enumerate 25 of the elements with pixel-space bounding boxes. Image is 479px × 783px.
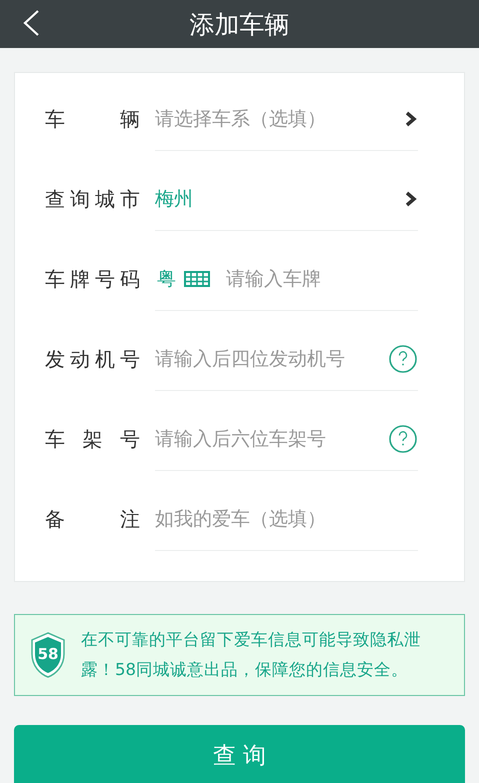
input-field[interactable]: 请输入后六位车架号	[155, 428, 392, 450]
field-label: 查询城市	[45, 186, 140, 212]
field-value: 梅州	[155, 186, 194, 212]
input-field[interactable]: 如我的爱车（选填）	[155, 508, 418, 530]
chevron-right-icon	[404, 190, 418, 208]
shield-icon	[29, 631, 67, 679]
field-label: 车 架 号	[45, 426, 140, 452]
select-field[interactable]: 请选择车系（选填）	[155, 87, 418, 151]
field-placeholder: 请选择车系（选填）	[155, 106, 327, 132]
field-label: 车 辆	[45, 106, 140, 132]
chevron-right-icon	[404, 110, 418, 128]
select-field[interactable]: 梅州	[155, 167, 418, 231]
shield-badge-text: 58	[36, 645, 60, 663]
query-button[interactable]: 查 询	[14, 725, 465, 783]
keyboard-icon[interactable]	[184, 270, 210, 286]
help-icon[interactable]	[388, 344, 418, 374]
input-field[interactable]: 请输入车牌	[226, 268, 418, 290]
field-label: 车牌号码	[45, 266, 140, 292]
notice-text: 在不可靠的平台留下爱车信息可能导致隐私泄露！58同城诚意出品，保障您的信息安全。	[81, 629, 422, 681]
help-icon[interactable]	[388, 424, 418, 454]
page-title: 添加车辆	[190, 8, 290, 40]
province-selector[interactable]: 粤	[157, 266, 176, 292]
input-field[interactable]: 请输入后四位发动机号	[155, 348, 392, 370]
field-label: 备 注	[45, 506, 140, 532]
field-label: 发动机号	[45, 346, 140, 372]
